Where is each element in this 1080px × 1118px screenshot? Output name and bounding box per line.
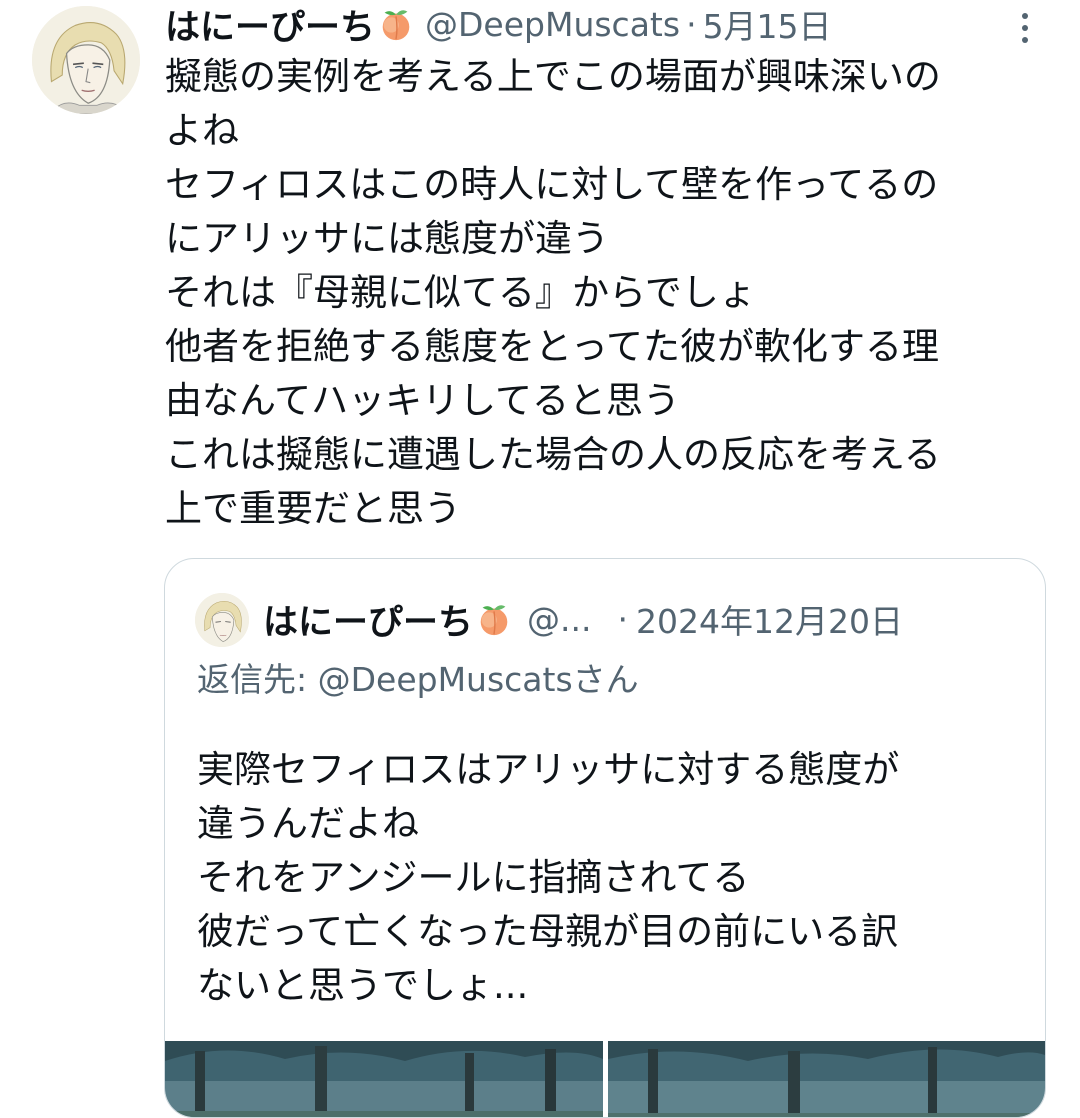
quoted-text-line: 違うんだよね xyxy=(197,802,419,845)
tweet-text-line: よね xyxy=(165,109,239,152)
tweet-header: はにーぴーち @DeepMuscats · 5月15日 xyxy=(165,0,832,48)
more-options-icon[interactable] xyxy=(1010,8,1040,48)
quoted-text-line: 実際セフィロスはアリッサに対する態度が xyxy=(197,748,900,791)
header-separator: · xyxy=(686,4,697,44)
tweet-text-line: これは擬態に遭遇した場合の人の反応を考える xyxy=(165,433,941,476)
reply-to-label: 返信先: @DeepMuscatsさん xyxy=(197,660,639,699)
tweet-text-line: 上で重要だと思う xyxy=(165,487,461,530)
quoted-tweet-header: はにーぴーち @... · 2024年12月20日 xyxy=(263,589,903,649)
quoted-text-line: 彼だって亡くなった母親が目の前にいる訳 xyxy=(197,910,899,953)
tweet-text-line: セフィロスはこの時人に対して壁を作ってるの xyxy=(165,163,939,206)
quoted-author-display-name: はにーぴーち xyxy=(263,602,474,643)
avatar-illustration xyxy=(32,6,140,114)
quoted-header-separator: · xyxy=(617,599,629,639)
quoted-author-handle: @... xyxy=(527,599,592,639)
tweet-date[interactable]: 5月15日 xyxy=(703,0,832,48)
avatar[interactable] xyxy=(32,6,140,114)
tweet-text-line: それは『母親に似てる』からでしょ xyxy=(165,271,756,314)
quoted-avatar[interactable] xyxy=(195,593,249,647)
author-display-name[interactable]: はにーぴーち xyxy=(165,0,375,50)
quoted-text-line: ないと思うでしょ... xyxy=(197,964,529,1007)
tweet-text: 擬態の実例を考える上でこの場面が興味深いの よね セフィロスはこの時人に対して壁… xyxy=(165,50,1065,536)
quoted-tweet-date: 2024年12月20日 xyxy=(636,602,903,641)
peach-icon xyxy=(377,5,415,43)
tweet-text-line: 他者を拒絶する態度をとってた彼が軟化する理 xyxy=(165,325,940,368)
quoted-tweet-card[interactable]: はにーぴーち @... · 2024年12月20日 返信先: @DeepMusc… xyxy=(164,558,1046,1118)
quoted-tweet-text: 実際セフィロスはアリッサに対する態度が 違うんだよね それをアンジールに指摘され… xyxy=(197,743,1027,1013)
quoted-text-line: それをアンジールに指摘されてる xyxy=(197,856,750,899)
quoted-avatar-illustration xyxy=(195,593,249,647)
tweet-text-line: にアリッサには態度が違う xyxy=(165,217,609,260)
tweet-text-line: 由なんてハッキリしてると思う xyxy=(165,379,681,422)
author-handle[interactable]: @DeepMuscats xyxy=(425,5,680,44)
peach-icon xyxy=(475,600,513,638)
tweet-text-line: 擬態の実例を考える上でこの場面が興味深いの xyxy=(165,55,941,98)
